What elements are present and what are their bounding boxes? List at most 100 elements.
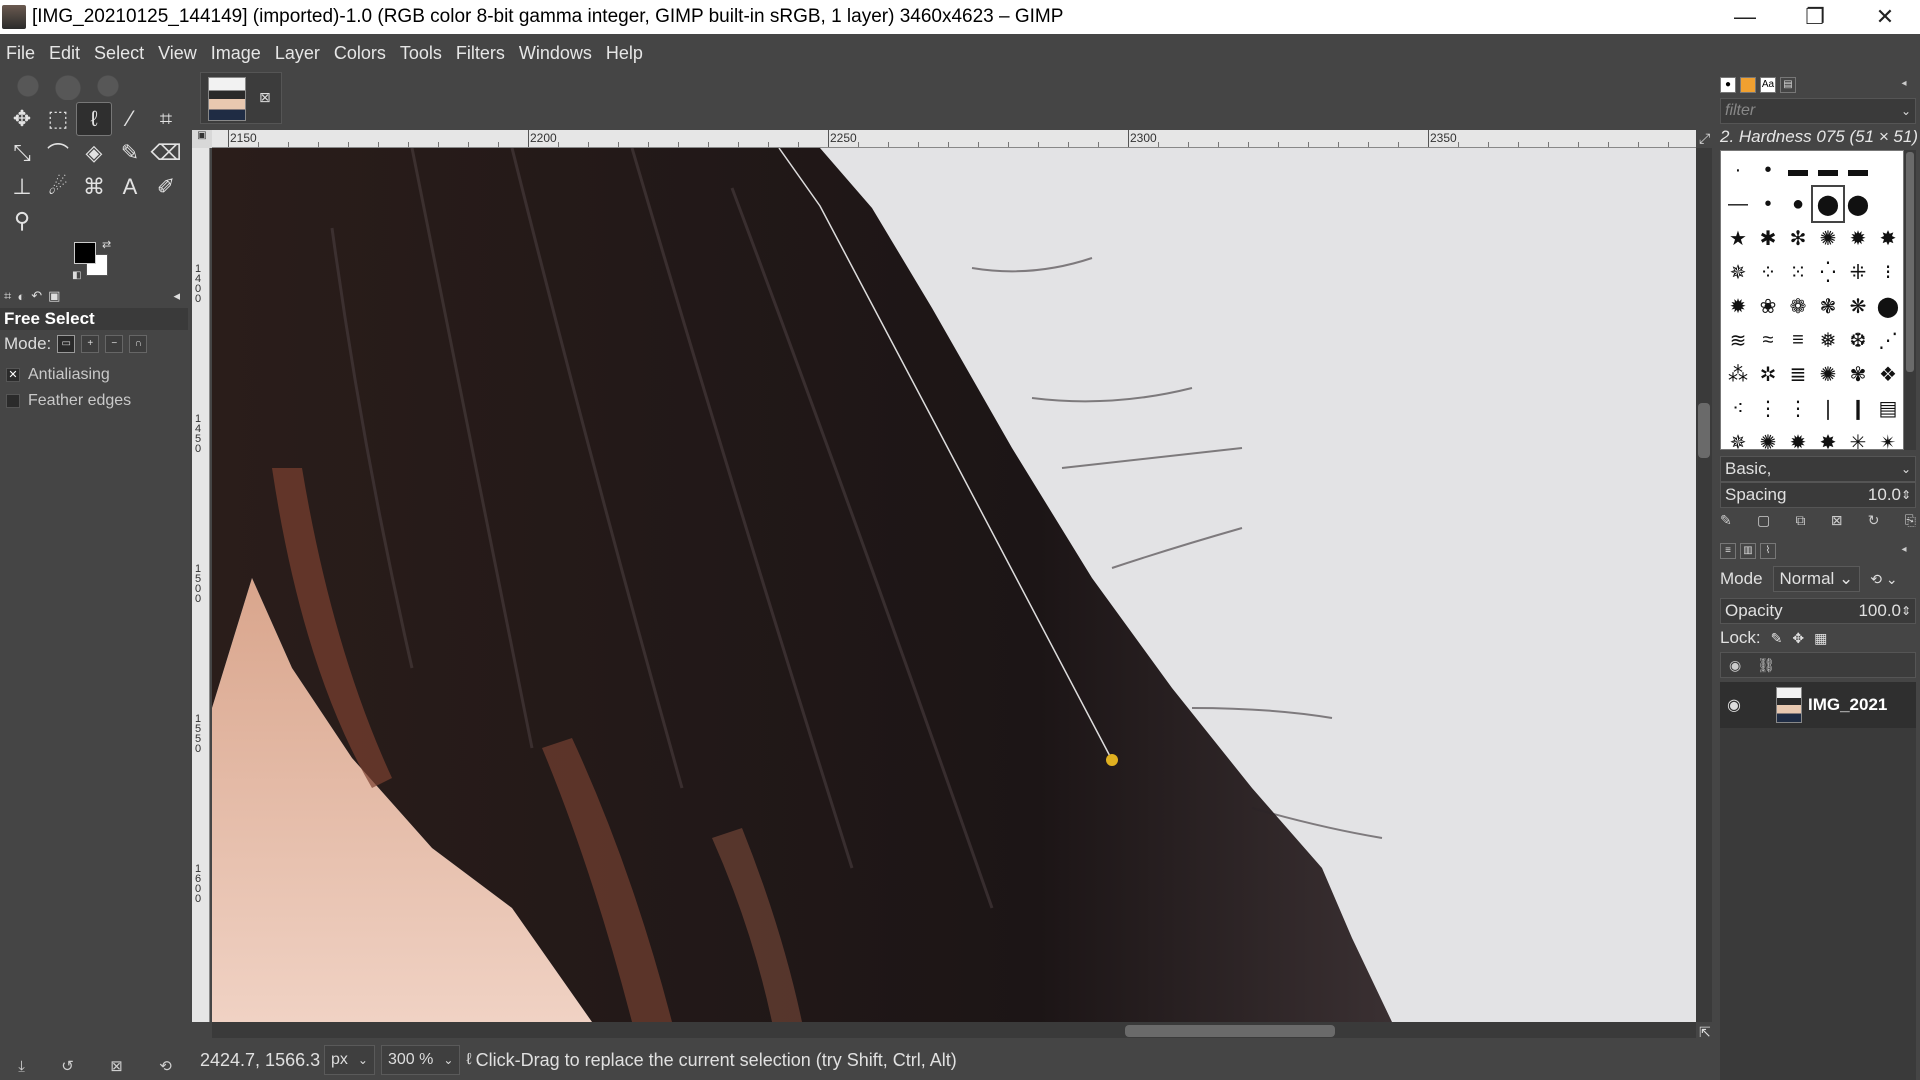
rect-select-tool[interactable]: ⬚ — [40, 102, 76, 136]
brush-preview[interactable]: ⋮ — [1753, 391, 1783, 425]
brush-preview[interactable]: ⁘ — [1753, 255, 1783, 289]
patterns-tab-icon[interactable] — [1740, 77, 1756, 93]
brush-preview[interactable]: ≣ — [1783, 357, 1813, 391]
menu-layer[interactable]: Layer — [275, 43, 320, 64]
undo-history-tab-icon[interactable]: ↶ — [31, 288, 42, 304]
fg-bg-color-selector[interactable]: ⇄ ◧ — [72, 238, 116, 282]
device-status-tab-icon[interactable]: ◐ — [17, 289, 25, 304]
brush-preview[interactable]: ≈ — [1753, 323, 1783, 357]
menu-help[interactable]: Help — [606, 43, 643, 64]
minimize-button[interactable]: — — [1710, 0, 1780, 34]
brush-preview[interactable]: ✺ — [1813, 221, 1843, 255]
new-brush-icon[interactable]: ▢ — [1757, 512, 1770, 534]
configure-layers-tab-icon[interactable]: ◂ — [1896, 543, 1912, 559]
brush-preview[interactable]: · — [1723, 153, 1753, 187]
brush-preview[interactable]: ❃ — [1813, 289, 1843, 323]
brush-preview[interactable]: ✵ — [1723, 255, 1753, 289]
move-tool[interactable]: ✥ — [4, 102, 40, 136]
brush-preview[interactable]: ⬤ — [1873, 289, 1903, 323]
paths-tab-icon[interactable]: ⌇ — [1760, 543, 1776, 559]
brush-preview[interactable]: ▬ — [1813, 153, 1843, 187]
brush-preview[interactable]: — — [1723, 187, 1753, 221]
feather-edges-checkbox[interactable] — [6, 394, 20, 408]
clone-tool[interactable]: ⊥ — [4, 170, 40, 204]
brush-preview[interactable]: ✵ — [1723, 425, 1753, 459]
free-select-tool[interactable]: ℓ — [76, 102, 112, 136]
brush-preview[interactable]: ⁜ — [1843, 255, 1873, 289]
layers-tab-icon[interactable]: ≡ — [1720, 543, 1736, 559]
brush-preview[interactable]: • — [1753, 153, 1783, 187]
brush-preview[interactable]: ▤ — [1873, 391, 1903, 425]
navigate-icon[interactable]: ⇱ — [1699, 1024, 1711, 1041]
image-canvas[interactable] — [212, 148, 1696, 1022]
brush-preview[interactable]: ✴ — [1873, 425, 1903, 459]
delete-options-icon[interactable]: ⊠ — [110, 1057, 123, 1075]
eye-icon[interactable]: ◉ — [1720, 695, 1748, 715]
refresh-brushes-icon[interactable]: ↻ — [1868, 512, 1880, 534]
brush-preview[interactable]: ⁝ — [1873, 255, 1903, 289]
brush-preview[interactable]: ✸ — [1873, 221, 1903, 255]
mode-add-button[interactable]: + — [81, 335, 100, 353]
restore-options-icon[interactable]: ↺ — [61, 1057, 74, 1075]
duplicate-brush-icon[interactable]: ⧉ — [1796, 512, 1806, 534]
lock-alpha-icon[interactable]: ▦ — [1814, 630, 1827, 647]
edit-brush-icon[interactable]: ✎ — [1720, 512, 1732, 534]
eraser-tool[interactable]: ⌫ — [148, 136, 184, 170]
brush-preview[interactable]: ⬤ — [1811, 185, 1845, 223]
brush-preview[interactable]: ▬ — [1783, 153, 1813, 187]
antialiasing-checkbox[interactable]: ✕ — [6, 368, 20, 382]
channels-tab-icon[interactable]: ▥ — [1740, 543, 1756, 559]
brush-preview[interactable]: ✳ — [1843, 425, 1873, 459]
brush-preview[interactable]: ✹ — [1723, 289, 1753, 323]
brush-preview[interactable]: ≡ — [1783, 323, 1813, 357]
selection-anchor-handle[interactable] — [1106, 754, 1118, 766]
close-image-tab-icon[interactable]: ⊠ — [259, 89, 271, 106]
brush-preview[interactable]: • — [1753, 187, 1783, 221]
menu-filters[interactable]: Filters — [456, 43, 505, 64]
bucket-fill-tool[interactable]: ◈ — [76, 136, 112, 170]
color-picker-tool[interactable]: ✐ — [148, 170, 184, 204]
brush-filter-input[interactable]: filter ⌄ — [1720, 98, 1916, 124]
brush-preview[interactable] — [1873, 153, 1903, 187]
spacing-slider[interactable]: Spacing 10.0 ⇕ — [1720, 482, 1916, 508]
brush-preview[interactable]: ✲ — [1753, 357, 1783, 391]
menu-file[interactable]: File — [6, 43, 35, 64]
feather-edges-option[interactable]: Feather edges — [6, 392, 131, 410]
brush-preview[interactable]: ❁ — [1783, 289, 1813, 323]
delete-brush-icon[interactable]: ⊠ — [1831, 512, 1843, 534]
foreground-color-swatch[interactable] — [74, 242, 96, 264]
ruler-corner-quickmask[interactable]: ▣ — [192, 130, 212, 148]
horizontal-scrollbar[interactable] — [212, 1022, 1696, 1038]
brush-preview[interactable]: ❆ — [1843, 323, 1873, 357]
menu-view[interactable]: View — [158, 43, 197, 64]
brush-preview[interactable]: ⁙ — [1783, 255, 1813, 289]
brush-preview[interactable]: ❘ — [1813, 391, 1843, 425]
brush-preview[interactable]: ✻ — [1783, 221, 1813, 255]
horizontal-ruler[interactable]: 2150220022502300235024002450250025502600 — [212, 130, 1696, 148]
brush-tag-select[interactable]: Basic, ⌄ — [1720, 456, 1916, 482]
brush-scrollbar[interactable] — [1904, 150, 1916, 450]
menu-image[interactable]: Image — [211, 43, 261, 64]
brush-preview[interactable]: ✱ — [1753, 221, 1783, 255]
antialiasing-option[interactable]: ✕ Antialiasing — [6, 366, 110, 384]
opacity-slider[interactable]: Opacity 100.0 ⇕ — [1720, 598, 1916, 624]
brush-preview[interactable]: ❅ — [1813, 323, 1843, 357]
warp-tool[interactable]: ⌒ — [40, 136, 76, 170]
zoom-select[interactable]: 300 % ⌄ — [380, 1045, 461, 1075]
menu-tools[interactable]: Tools — [400, 43, 442, 64]
lock-position-icon[interactable]: ✥ — [1792, 630, 1804, 647]
menu-colors[interactable]: Colors — [334, 43, 386, 64]
brush-preview[interactable]: ⋰ — [1873, 323, 1903, 357]
images-tab-icon[interactable]: ▣ — [48, 288, 60, 304]
unit-select[interactable]: px ⌄ — [324, 1045, 375, 1075]
unified-transform-tool[interactable]: ⤡ — [4, 136, 40, 170]
menu-edit[interactable]: Edit — [49, 43, 80, 64]
brush-grid[interactable]: · • ▬ ▬ ▬ — • ● ⬤ ⬤ ★ ✱ ✻ ✺ ✹ ✸ ✵ ⁘ ⁙ ⁛ ⁜ ⁝ ✹ ❀ ❁ ❃ ❋ ⬤ ≋ ≈ ≡ ❅ ❆ ⋰ ⁂ ✲ ≣ ✺ ✾ ❖… — [1720, 150, 1904, 454]
crop-tool[interactable]: ⌗ — [148, 102, 184, 136]
brush-preview[interactable]: ⋮ — [1783, 391, 1813, 425]
smudge-tool[interactable]: ☄ — [40, 170, 76, 204]
close-window-button[interactable]: ✕ — [1850, 0, 1920, 34]
vertical-scroll-thumb[interactable] — [1698, 403, 1710, 458]
mode-intersect-button[interactable]: ∩ — [129, 335, 148, 353]
reset-options-icon[interactable]: ⟲ — [159, 1057, 172, 1075]
